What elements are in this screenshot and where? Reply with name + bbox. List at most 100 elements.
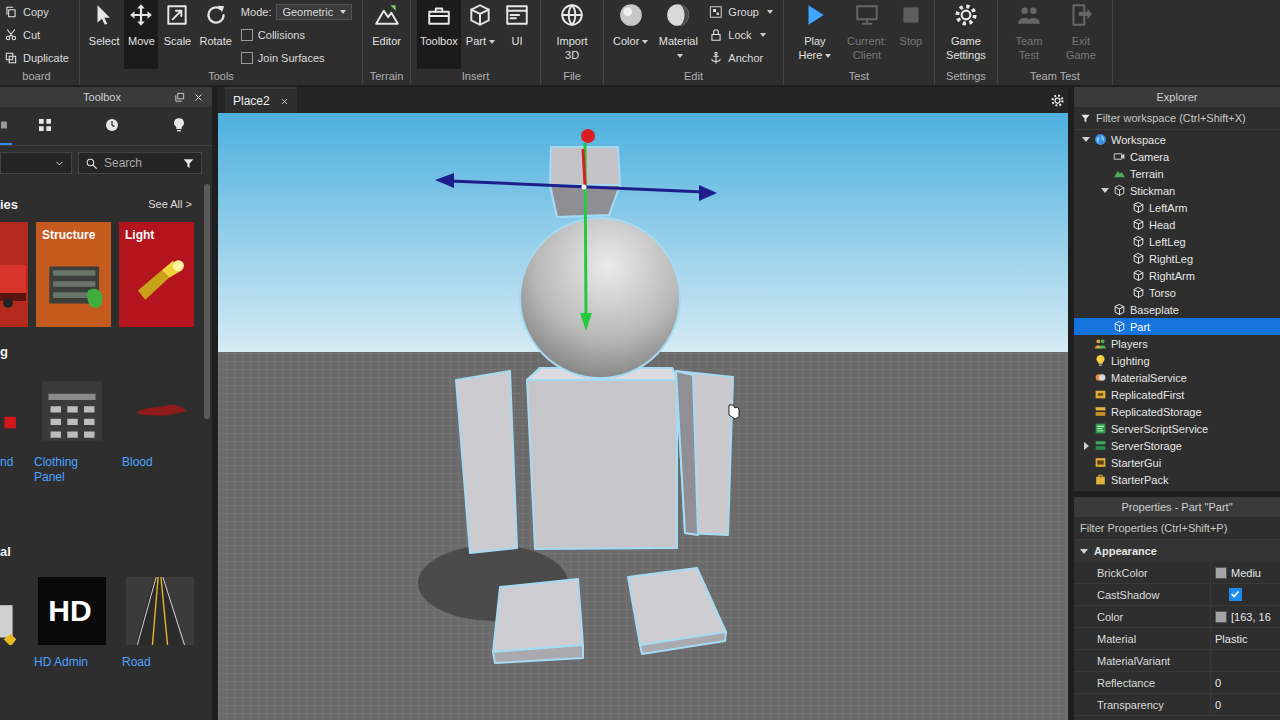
checkbox-row[interactable]: Join Surfaces (241, 48, 352, 68)
3d-viewport[interactable] (218, 113, 1068, 720)
ribbon-button[interactable]: Current: Client (842, 0, 892, 69)
gear-icon[interactable] (1050, 93, 1065, 108)
right-arm[interactable] (676, 371, 733, 535)
expander[interactable] (1078, 137, 1094, 142)
tree-row[interactable]: MaterialService (1074, 369, 1280, 386)
tree-row[interactable]: Baseplate (1074, 301, 1280, 318)
ribbon-button[interactable]: Play Here (790, 0, 840, 69)
tree-row[interactable]: ReplicatedFirst (1074, 386, 1280, 403)
mode-dropdown[interactable]: Geometric (276, 4, 352, 20)
small-tool-button[interactable]: Group (709, 2, 773, 22)
expander[interactable] (1078, 442, 1094, 450)
small-tool-button[interactable]: Copy (4, 2, 69, 22)
ribbon-button[interactable]: Rotate (196, 0, 234, 69)
tree-row[interactable]: Torso (1074, 284, 1280, 301)
explorer-filter[interactable]: Filter workspace (Ctrl+Shift+X) (1074, 107, 1280, 130)
filter-icon[interactable] (182, 157, 195, 170)
property-value[interactable]: [163, 16 (1211, 606, 1279, 627)
checkbox-row[interactable]: Collisions (241, 25, 352, 45)
toolbox-tab[interactable] (79, 107, 146, 145)
tree-row[interactable]: Terrain (1074, 165, 1280, 182)
category-card[interactable] (0, 222, 28, 327)
toolbox-tab[interactable] (145, 107, 212, 145)
toolbox-item[interactable]: Road (122, 577, 194, 670)
property-value[interactable] (1211, 650, 1279, 671)
ribbon-button[interactable]: Part (463, 0, 498, 69)
left-arm[interactable] (456, 371, 517, 553)
ribbon-button[interactable]: Game Settings (941, 0, 991, 69)
expand-arrow-icon[interactable] (1101, 188, 1109, 193)
property-value[interactable] (1211, 584, 1279, 605)
small-tool-button[interactable]: Lock (709, 25, 773, 45)
tree-row[interactable]: Camera (1074, 148, 1280, 165)
ribbon-button[interactable]: Exit Game (1056, 0, 1106, 69)
property-value[interactable]: Plastic (1211, 628, 1279, 649)
toolbox-tab[interactable] (0, 107, 12, 145)
ribbon-button[interactable]: UI (500, 0, 534, 69)
ribbon-button[interactable]: Team Test (1004, 0, 1054, 69)
toolbox-item[interactable]: nd (0, 377, 18, 485)
ribbon-button[interactable]: Scale (160, 0, 194, 69)
expand-arrow-icon[interactable] (1084, 442, 1089, 450)
ribbon-button[interactable]: Toolbox (417, 0, 461, 69)
right-leg[interactable] (628, 568, 726, 654)
checkbox[interactable] (1229, 588, 1242, 601)
tree-row[interactable]: Lighting (1074, 352, 1280, 369)
tree-row[interactable]: Stickman (1074, 182, 1280, 199)
checkbox[interactable] (241, 29, 253, 41)
tree-row[interactable]: Head (1074, 216, 1280, 233)
small-tool-button[interactable]: Cut (4, 25, 69, 45)
tree-row[interactable]: StarterPack (1074, 471, 1280, 488)
close-icon[interactable] (193, 92, 204, 103)
close-icon[interactable] (280, 97, 289, 106)
property-category[interactable]: Appearance (1074, 540, 1280, 562)
small-tool-button[interactable]: Anchor (709, 48, 773, 68)
tree-row[interactable]: LeftLeg (1074, 233, 1280, 250)
toolbox-tab[interactable] (12, 107, 79, 145)
tree-row[interactable]: RightArm (1074, 267, 1280, 284)
expand-arrow-icon[interactable] (1080, 549, 1088, 554)
tree-row[interactable]: StarterGui (1074, 454, 1280, 471)
toolbox-item[interactable]: Blood (122, 377, 194, 485)
popout-icon[interactable] (174, 92, 185, 103)
expander[interactable] (1097, 188, 1113, 193)
category-dropdown[interactable] (0, 152, 72, 174)
toolbox-item[interactable]: HDHD Admin (34, 577, 106, 670)
move-handles[interactable] (435, 129, 717, 331)
property-value[interactable]: 0 (1211, 672, 1279, 693)
head[interactable] (520, 218, 680, 378)
ribbon-button[interactable]: Import 3D (547, 0, 597, 69)
ribbon-button[interactable]: Select (86, 0, 123, 69)
y-axis-top-handle[interactable] (581, 129, 595, 143)
tree-row[interactable]: Workspace (1074, 131, 1280, 148)
category-card[interactable]: Structure (36, 222, 111, 327)
tree-row[interactable]: RightLeg (1074, 250, 1280, 267)
color-swatch[interactable] (1215, 567, 1227, 579)
left-leg[interactable] (493, 579, 583, 663)
small-tool-button[interactable]: Duplicate (4, 48, 69, 68)
document-tab[interactable]: Place2 (225, 87, 297, 113)
tree-row[interactable]: Part (1074, 318, 1280, 335)
properties-filter[interactable]: Filter Properties (Ctrl+Shift+P) (1074, 517, 1280, 540)
color-swatch[interactable] (1215, 611, 1227, 623)
x-axis-handle[interactable] (450, 181, 704, 192)
tree-row[interactable]: LeftArm (1074, 199, 1280, 216)
scrollbar[interactable] (204, 184, 210, 419)
ribbon-button[interactable]: Stop (894, 0, 928, 69)
tree-row[interactable]: ServerScriptService (1074, 420, 1280, 437)
toolbox-item[interactable] (0, 577, 18, 670)
toolbox-item[interactable]: Clothing Panel (34, 377, 106, 485)
tree-row[interactable]: Players (1074, 335, 1280, 352)
category-card[interactable]: Light (119, 222, 194, 327)
baseplate[interactable] (218, 352, 1068, 720)
ribbon-button[interactable]: Material (653, 0, 703, 69)
ribbon-button[interactable]: Move (124, 0, 158, 69)
checkbox[interactable] (241, 52, 253, 64)
see-all-link[interactable]: See All > (148, 198, 200, 210)
property-value[interactable]: Mediu (1211, 562, 1279, 583)
ribbon-button[interactable]: Color (610, 0, 651, 69)
expand-arrow-icon[interactable] (1082, 137, 1090, 142)
tree-row[interactable]: ReplicatedStorage (1074, 403, 1280, 420)
tree-row[interactable]: ServerStorage (1074, 437, 1280, 454)
property-value[interactable]: 0 (1211, 694, 1279, 715)
